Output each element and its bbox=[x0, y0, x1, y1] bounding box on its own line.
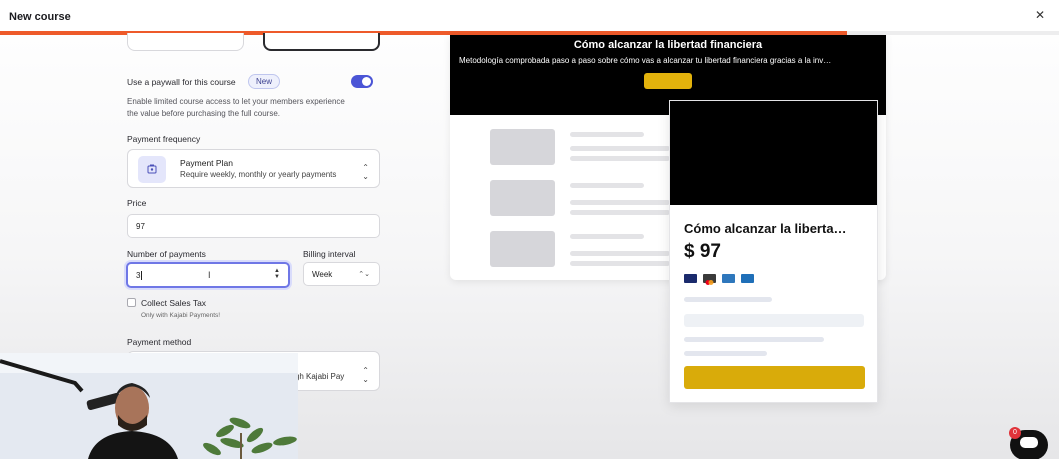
card-buy-button bbox=[684, 366, 865, 389]
placeholder-line bbox=[570, 156, 670, 161]
price-input[interactable]: 97 bbox=[127, 214, 380, 238]
presenter-video bbox=[0, 353, 298, 459]
toggle-knob bbox=[362, 77, 371, 86]
visa-icon bbox=[684, 274, 697, 283]
option-card-left[interactable] bbox=[127, 33, 244, 51]
diners-icon bbox=[741, 274, 754, 283]
placeholder-field bbox=[684, 314, 864, 327]
number-stepper-icon[interactable]: ▲ ▼ bbox=[274, 268, 280, 280]
top-bar: New course ✕ bbox=[0, 0, 1059, 32]
webcam-overlay bbox=[0, 353, 298, 459]
placeholder-line bbox=[570, 210, 670, 215]
chevron-updown-icon: ⌃⌄ bbox=[362, 163, 369, 181]
payment-plan-title: Payment Plan bbox=[180, 158, 233, 168]
placeholder-line bbox=[570, 234, 644, 239]
payment-method-label: Payment method bbox=[127, 337, 192, 347]
payment-frequency-select[interactable]: Payment Plan Require weekly, monthly or … bbox=[127, 149, 380, 188]
collect-sales-tax-label: Collect Sales Tax bbox=[141, 298, 207, 308]
card-media bbox=[670, 101, 877, 205]
price-value: 97 bbox=[136, 221, 145, 231]
text-cursor-icon: I bbox=[208, 270, 211, 280]
paywall-description-line2: the value before purchasing the full cou… bbox=[127, 109, 280, 118]
placeholder-line bbox=[684, 297, 772, 302]
placeholder-line bbox=[570, 183, 644, 188]
payment-plan-description: Require weekly, monthly or yearly paymen… bbox=[180, 170, 337, 179]
new-badge: New bbox=[248, 74, 281, 89]
number-of-payments-value: 3 bbox=[136, 270, 141, 280]
collect-sales-tax-checkbox[interactable] bbox=[127, 298, 136, 307]
option-card-selected[interactable] bbox=[263, 33, 380, 51]
text-caret bbox=[141, 270, 143, 280]
paywall-label: Use a paywall for this course bbox=[127, 77, 236, 87]
checkout-card-preview: Cómo alcanzar la liberta… $ 97 bbox=[669, 100, 878, 403]
preview-hero-title: Cómo alcanzar la libertad financiera bbox=[573, 39, 763, 51]
page-title: New course bbox=[9, 11, 71, 23]
placeholder-image bbox=[490, 180, 555, 216]
preview-hero-subtitle: Metodología comprobada paso a paso sobre… bbox=[459, 56, 832, 65]
billing-interval-select[interactable]: Week ⌃⌄ bbox=[303, 262, 380, 286]
card-title: Cómo alcanzar la liberta… bbox=[684, 221, 847, 236]
placeholder-line bbox=[684, 337, 824, 342]
chat-icon bbox=[1020, 437, 1038, 448]
number-of-payments-input[interactable]: 3 I ▲ ▼ bbox=[126, 262, 290, 288]
chevron-updown-icon: ⌃⌄ bbox=[362, 366, 369, 384]
placeholder-line bbox=[570, 132, 644, 137]
price-label: Price bbox=[127, 198, 147, 208]
amex-icon bbox=[722, 274, 735, 283]
mastercard-icon bbox=[703, 274, 716, 285]
chevron-updown-icon: ⌃⌄ bbox=[358, 271, 370, 278]
placeholder-line bbox=[684, 351, 767, 356]
billing-interval-label: Billing interval bbox=[303, 249, 356, 259]
placeholder-image bbox=[490, 231, 555, 267]
sales-tax-note: Only with Kajabi Payments! bbox=[141, 312, 221, 319]
placeholder-line bbox=[570, 146, 670, 151]
placeholder-image bbox=[490, 129, 555, 165]
payment-plan-icon bbox=[138, 156, 166, 183]
card-price: $ 97 bbox=[684, 241, 721, 262]
placeholder-line bbox=[570, 251, 670, 256]
close-icon[interactable]: ✕ bbox=[1035, 8, 1045, 22]
paywall-description-line1: Enable limited course access to let your… bbox=[127, 97, 345, 106]
preview-hero-button bbox=[644, 73, 692, 89]
chat-badge-count: 0 bbox=[1009, 427, 1021, 439]
placeholder-line bbox=[570, 261, 670, 266]
chat-launcher[interactable]: 0 bbox=[1009, 427, 1048, 459]
number-of-payments-label: Number of payments bbox=[127, 249, 206, 259]
paywall-toggle[interactable] bbox=[351, 75, 373, 88]
placeholder-line bbox=[570, 200, 670, 205]
payment-frequency-label: Payment frequency bbox=[127, 134, 201, 144]
billing-interval-value: Week bbox=[312, 269, 333, 279]
